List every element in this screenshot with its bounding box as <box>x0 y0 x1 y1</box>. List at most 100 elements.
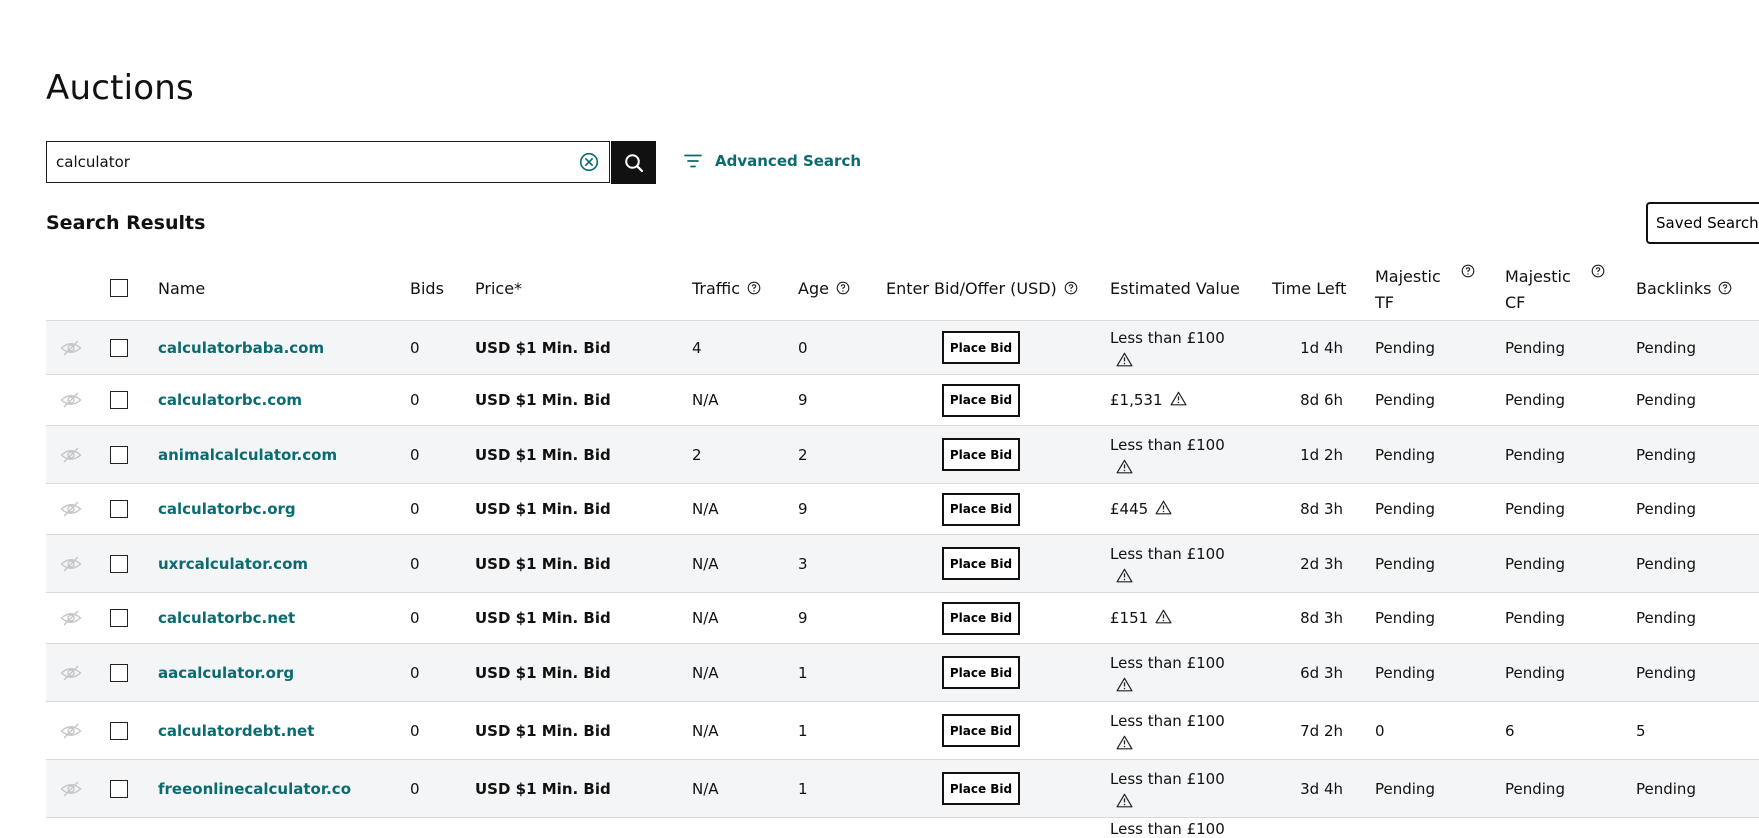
advanced-search-link[interactable]: Advanced Search <box>684 152 861 170</box>
age-value: 1 <box>798 663 808 682</box>
col-header-estimated-value[interactable]: Estimated Value <box>1110 256 1240 320</box>
watch-toggle[interactable] <box>59 426 83 483</box>
watch-toggle[interactable] <box>59 760 83 817</box>
price-value: USD $1 Min. Bid <box>475 721 611 740</box>
clear-search-button[interactable] <box>569 142 609 182</box>
warning-icon[interactable] <box>1116 793 1225 808</box>
age-value: 9 <box>798 500 808 518</box>
warning-icon[interactable] <box>1170 391 1187 406</box>
select-all-checkbox[interactable] <box>110 279 128 297</box>
age-value: 3 <box>798 554 808 573</box>
warning-icon[interactable] <box>1155 500 1172 515</box>
row-checkbox[interactable] <box>110 663 128 682</box>
place-bid-button[interactable]: Place Bid <box>942 331 1020 364</box>
col-header-backlinks[interactable]: Backlinks <box>1636 256 1732 320</box>
place-bid-button[interactable]: Place Bid <box>942 656 1020 689</box>
row-checkbox[interactable] <box>110 554 128 573</box>
saved-searches-button[interactable]: Saved Searches <box>1646 202 1759 244</box>
domain-link[interactable]: calculatorbc.org <box>158 484 296 534</box>
place-bid-cell: Place Bid <box>942 426 1020 483</box>
domain-link[interactable]: calculatorbaba.com <box>158 321 324 374</box>
price-value: USD $1 Min. Bid <box>475 554 611 573</box>
search-box <box>46 141 610 183</box>
domain-link[interactable]: calculatorbc.com <box>158 375 302 425</box>
price-value: USD $1 Min. Bid <box>475 445 611 464</box>
circle-x-icon <box>579 152 599 172</box>
majestic-cf-value: Pending <box>1505 554 1565 573</box>
traffic-value: N/A <box>692 391 719 409</box>
eye-off-icon <box>60 780 82 798</box>
watch-toggle[interactable] <box>59 535 83 592</box>
age-value: 1 <box>798 779 808 798</box>
place-bid-cell: Place Bid <box>942 535 1020 592</box>
row-checkbox[interactable] <box>110 779 128 798</box>
watch-toggle[interactable] <box>59 375 83 425</box>
bids-count: 0 <box>410 391 420 409</box>
traffic-value: 2 <box>692 445 702 464</box>
search-button[interactable] <box>611 141 656 184</box>
place-bid-button[interactable]: Place Bid <box>942 492 1020 526</box>
row-checkbox[interactable] <box>110 391 128 409</box>
results-title: Search Results <box>46 212 206 234</box>
help-icon[interactable] <box>836 281 850 295</box>
warning-icon[interactable] <box>1116 677 1225 692</box>
warning-icon[interactable] <box>1116 459 1225 474</box>
domain-link[interactable]: uxrcalculator.com <box>158 535 308 592</box>
place-bid-button[interactable]: Place Bid <box>942 438 1020 471</box>
warning-icon[interactable] <box>1116 735 1225 750</box>
col-header-traffic[interactable]: Traffic <box>692 256 761 320</box>
col-header-name[interactable]: Name <box>158 256 205 320</box>
warning-icon[interactable] <box>1155 609 1172 624</box>
place-bid-button[interactable]: Place Bid <box>942 383 1020 417</box>
row-checkbox[interactable] <box>110 721 128 740</box>
col-header-majestic-cf[interactable]: Majestic CF <box>1505 256 1615 320</box>
help-icon[interactable] <box>1591 264 1605 278</box>
domain-link[interactable]: freeonlinecalculator.co <box>158 760 351 817</box>
estimated-value: Less than £100 <box>1110 436 1225 454</box>
age-value: 9 <box>798 609 808 627</box>
place-bid-cell: Place Bid <box>942 375 1020 425</box>
help-icon[interactable] <box>747 281 761 295</box>
place-bid-button[interactable]: Place Bid <box>942 601 1020 635</box>
table-row: calculatorbc.org 0 USD $1 Min. Bid N/A 9 Plac… <box>46 484 1759 535</box>
watch-toggle[interactable] <box>59 484 83 534</box>
watch-toggle[interactable] <box>59 644 83 701</box>
domain-link[interactable]: aacalculator.org <box>158 644 294 701</box>
table-header: Name Bids Price* Traffic Age Enter Bid/O… <box>46 256 1759 321</box>
bids-count: 0 <box>410 554 420 573</box>
place-bid-button[interactable]: Place Bid <box>942 772 1020 805</box>
row-checkbox[interactable] <box>110 445 128 464</box>
table-row: animalcalculator.com 0 USD $1 Min. Bid 2 2 Pl… <box>46 426 1759 484</box>
search-input[interactable] <box>47 142 569 182</box>
watch-toggle[interactable] <box>59 593 83 643</box>
help-icon[interactable] <box>1064 281 1078 295</box>
place-bid-button[interactable]: Place Bid <box>942 547 1020 580</box>
majestic-cf-value: Pending <box>1505 445 1565 464</box>
col-header-bids[interactable]: Bids <box>410 256 444 320</box>
col-header-bid-offer: Enter Bid/Offer (USD) <box>886 256 1078 320</box>
col-header-age[interactable]: Age <box>798 256 850 320</box>
row-checkbox[interactable] <box>110 500 128 518</box>
col-header-price[interactable]: Price* <box>475 256 522 320</box>
age-value: 2 <box>798 445 808 464</box>
estimated-value: £445 <box>1110 500 1149 518</box>
help-icon[interactable] <box>1461 264 1475 278</box>
domain-link[interactable]: animalcalculator.com <box>158 426 337 483</box>
col-header-time-left[interactable]: Time Left <box>1272 256 1346 320</box>
warning-icon[interactable] <box>1116 568 1225 583</box>
backlinks-value: Pending <box>1636 779 1696 798</box>
help-icon[interactable] <box>1718 281 1732 295</box>
table-row: freeonlinecalculator.co 0 USD $1 Min. Bid N… <box>46 760 1759 818</box>
bids-count: 0 <box>410 663 420 682</box>
watch-toggle[interactable] <box>59 321 83 374</box>
domain-link[interactable]: calculatorbc.net <box>158 593 295 643</box>
domain-link[interactable]: calculatordebt.net <box>158 702 314 759</box>
price-value: USD $1 Min. Bid <box>475 663 611 682</box>
warning-icon[interactable] <box>1116 352 1225 367</box>
watch-toggle[interactable] <box>59 702 83 759</box>
eye-off-icon <box>60 339 82 357</box>
row-checkbox[interactable] <box>110 609 128 627</box>
place-bid-button[interactable]: Place Bid <box>942 714 1020 747</box>
col-header-majestic-tf[interactable]: Majestic TF <box>1375 256 1485 320</box>
row-checkbox[interactable] <box>110 338 128 357</box>
